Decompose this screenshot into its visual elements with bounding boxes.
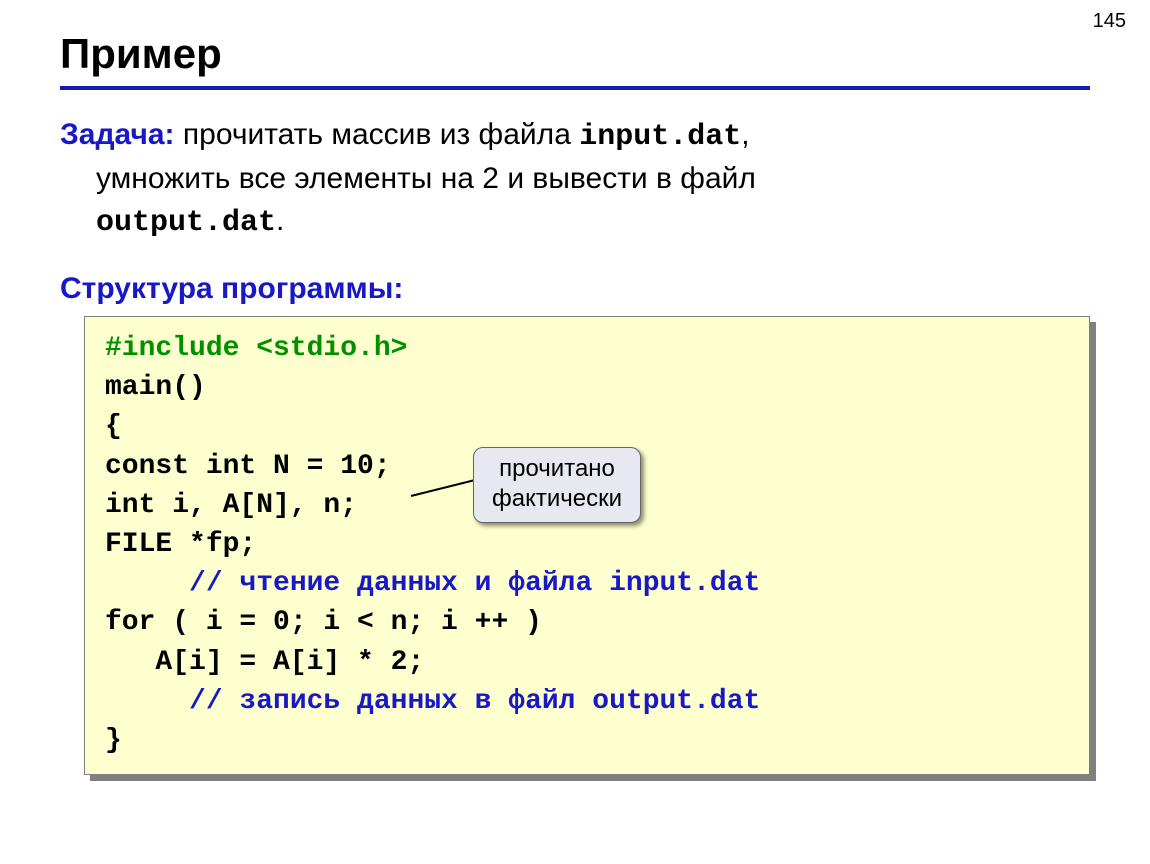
slide-title: Пример (60, 30, 1090, 78)
task-text-1c: , (741, 118, 749, 151)
code-block: #include <stdio.h> main() { const int N … (84, 316, 1090, 775)
code-line-6: FILE *fp; (105, 529, 256, 560)
task-label: Задача: (60, 118, 175, 151)
slide-content: Пример Задача: прочитать массив из файла… (0, 0, 1150, 775)
code-line-1: #include <stdio.h> (105, 333, 407, 364)
task-text-2: умножить все элементы на 2 и вывести в ф… (96, 158, 1090, 200)
page-number: 145 (1093, 10, 1126, 33)
task-text-1a: прочитать массив из файла (175, 118, 580, 151)
structure-label: Структура программы: (60, 272, 1090, 306)
code-line-5: int i, A[N], n; (105, 490, 357, 521)
callout-box: прочитано фактически (473, 447, 641, 523)
callout-line-2: фактически (492, 485, 622, 512)
code-line-8: for ( i = 0; i < n; i ++ ) (105, 607, 542, 638)
code-line-10: // запись данных в файл output.dat (105, 686, 760, 717)
task-line-3: output.dat. (96, 200, 1090, 244)
task-description: Задача: прочитать массив из файла input.… (60, 114, 1090, 244)
task-file-output: output.dat (96, 206, 276, 240)
code-line-9: A[i] = A[i] * 2; (105, 647, 424, 678)
callout-pointer (411, 480, 474, 497)
code-line-7: // чтение данных и файла input.dat (105, 568, 760, 599)
title-divider (60, 86, 1090, 90)
code-line-11: } (105, 725, 122, 756)
code-line-4: const int N = 10; (105, 451, 391, 482)
code-line-3: { (105, 411, 122, 442)
task-file-input: input.dat (579, 120, 741, 154)
code-line-2: main() (105, 372, 206, 403)
callout-line-1: прочитано (499, 455, 615, 482)
code-block-wrap: #include <stdio.h> main() { const int N … (84, 316, 1090, 775)
task-text-3b: . (276, 204, 284, 237)
